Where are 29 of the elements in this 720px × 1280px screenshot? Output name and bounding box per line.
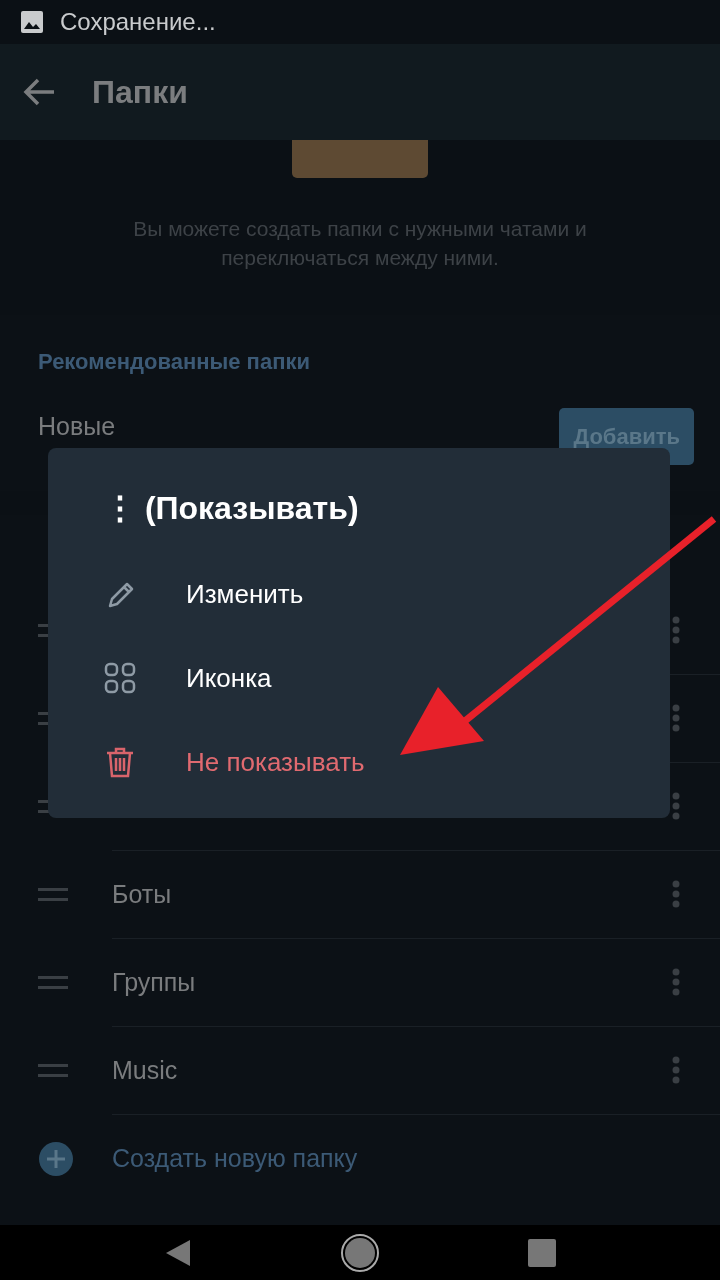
more-icon[interactable] [672,880,680,909]
notification-text: Сохранение... [60,6,216,37]
drag-handle-icon[interactable] [38,887,68,902]
screen-title: Папки [92,72,188,112]
folder-name: Music [112,1054,179,1086]
back-icon[interactable] [22,76,56,107]
image-icon [20,9,44,34]
folder-name: Новые [38,411,116,443]
menu-item[interactable]: Иконка [104,636,670,720]
recents-nav-icon[interactable] [528,1238,556,1267]
menu-item[interactable]: Изменить [104,552,670,636]
create-folder-button[interactable]: Создать новую папку [112,1140,358,1178]
trash-icon [104,746,136,778]
more-icon[interactable] [672,792,680,821]
back-nav-icon[interactable] [164,1237,192,1268]
drag-handle-icon[interactable] [38,975,68,990]
menu-title: ⋮ (Показывать) [104,489,360,528]
home-nav-icon[interactable] [340,1232,380,1273]
more-icon[interactable] [672,1056,680,1085]
more-icon[interactable] [672,704,680,733]
section-header: Рекомендованные папки [38,348,311,377]
drag-handle-icon[interactable] [38,1063,68,1078]
more-icon[interactable] [672,968,680,997]
menu-item[interactable]: Не показывать [104,720,670,804]
plus-icon [38,1140,74,1177]
more-icon[interactable] [672,616,680,645]
folder-name: Группы [112,966,197,998]
folder-name: Боты [112,878,173,910]
grid-icon [104,662,136,694]
